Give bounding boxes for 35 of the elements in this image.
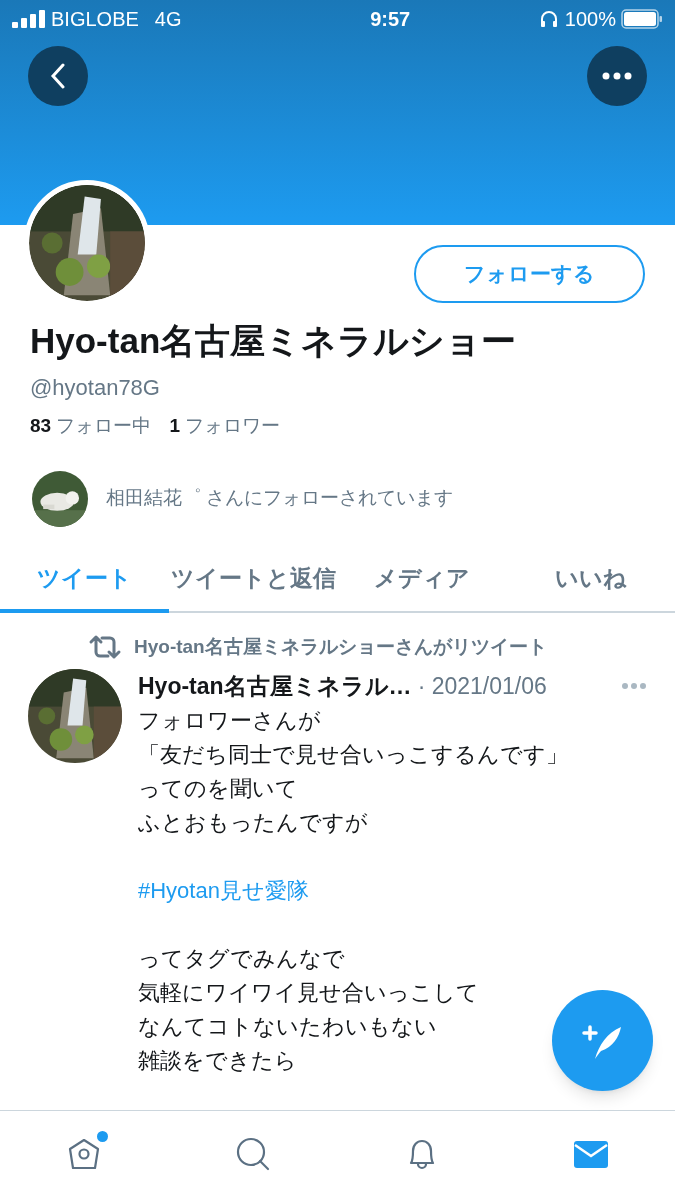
profile-tab[interactable]: ツイートと返信 xyxy=(168,548,338,613)
profile-tab[interactable]: いいね xyxy=(506,548,675,613)
tweet-date: · 2021/01/06 xyxy=(417,672,547,701)
tweet-text-line: 「友だち同士で見せ合いっこするんです」 xyxy=(138,740,568,769)
tweet-text-line: 気軽にワイワイ見せ合いっこして xyxy=(138,978,479,1007)
retweet-label: Hyo-tan名古屋ミネラルショーさんがリツイート xyxy=(134,634,547,659)
headphones-icon xyxy=(538,9,559,29)
clock-time: 9:57 xyxy=(369,7,411,32)
author-name: Hyo-tan名古屋ミネラル… xyxy=(138,672,412,701)
retweet-icon xyxy=(88,633,122,660)
follow-button[interactable]: フォローする xyxy=(414,245,645,303)
signal-icon xyxy=(12,10,46,28)
stat-link[interactable]: 83 フォロー中 xyxy=(30,412,152,441)
hashtag-link[interactable]: #Hyotan見せ愛隊 xyxy=(138,873,309,908)
profile-tab[interactable]: メディア xyxy=(337,548,507,613)
tweet-text-line: フォロワーさんが xyxy=(138,706,321,735)
back-button[interactable] xyxy=(28,46,88,106)
more-icon xyxy=(602,72,632,80)
profile-name: Hyo-tan名古屋ミネラルショー xyxy=(30,320,518,362)
more-icon[interactable] xyxy=(621,682,647,691)
battery-percentage: 100% xyxy=(564,7,616,32)
stat-link[interactable]: 1 フォロワー xyxy=(169,412,281,441)
chevron-left-icon xyxy=(50,63,66,89)
tweet-text-line: ってタグでみんなで xyxy=(138,944,345,973)
tweet-text-line: ってのを聞いて xyxy=(138,774,298,803)
more-button[interactable] xyxy=(587,46,647,106)
tweet-text-line: 雑談をできたら xyxy=(138,1046,297,1075)
tweet-text-line: なんてコトないたわいもない xyxy=(138,1012,437,1041)
profile-tab[interactable]: ツイート xyxy=(0,548,169,613)
profile-handle: @hyotan78G xyxy=(30,374,161,402)
followed-by-text: 相田結花゜ さんにフォローされています xyxy=(106,486,454,511)
carrier-name: BIGLOBE xyxy=(51,7,139,32)
tweet-text-line: ふとおもったんですが xyxy=(138,808,368,837)
battery-icon xyxy=(621,9,663,29)
network-type: 4G xyxy=(154,7,182,32)
